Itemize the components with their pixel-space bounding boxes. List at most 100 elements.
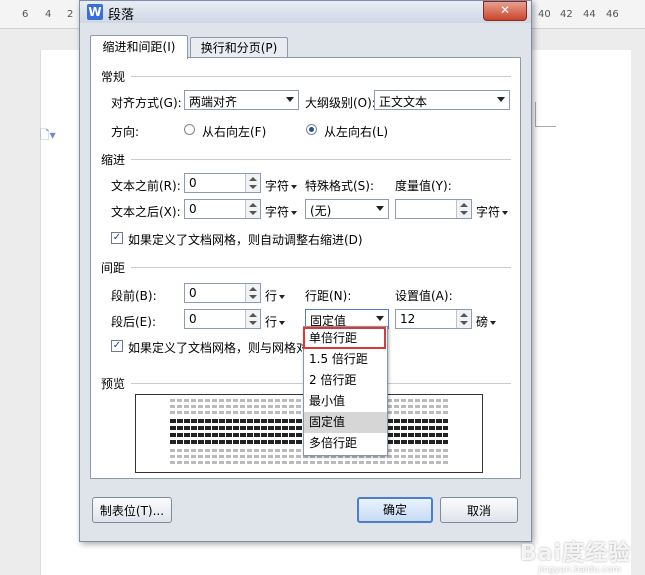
ruler-number: 42 <box>560 9 573 20</box>
arrow-up-icon <box>249 287 257 291</box>
indent-grid-checkbox[interactable]: ✓ <box>111 232 123 244</box>
indent-after-unit[interactable]: 字符 <box>265 203 298 220</box>
dialog-titlebar[interactable]: W 段落 ✕ <box>80 1 531 23</box>
watermark-url: jingyan.baidu.com <box>537 565 621 575</box>
arrow-down-icon <box>249 185 257 189</box>
preview-line <box>170 461 448 464</box>
line-spacing-option[interactable]: 2 倍行距 <box>304 370 387 391</box>
indent-before-value: 0 <box>189 176 197 190</box>
ok-button[interactable]: 确定 <box>357 497 433 523</box>
spin-buttons[interactable] <box>245 310 260 328</box>
caret-down-icon <box>291 210 298 215</box>
alignment-value: 两端对齐 <box>189 95 238 109</box>
spin-buttons[interactable] <box>456 310 471 328</box>
dialog-title: 段落 <box>108 8 135 23</box>
chevron-down-icon <box>376 206 384 211</box>
ruler-number: 40 <box>538 9 551 20</box>
space-before-label: 段前(B): <box>111 289 157 303</box>
spin-buttons[interactable] <box>245 200 260 218</box>
tab-indent-spacing[interactable]: 缩进和间距(I) <box>90 35 188 59</box>
direction-label: 方向: <box>111 125 140 139</box>
ruler-number: 2 <box>67 9 74 20</box>
tab-stops-button[interactable]: 制表位(T)... <box>92 497 172 523</box>
special-format-label: 特殊格式(S): <box>305 179 375 193</box>
measure-label: 度量值(Y): <box>395 179 452 193</box>
ltr-label: 从左向右(L) <box>324 125 389 139</box>
indent-before-unit[interactable]: 字符 <box>265 177 298 194</box>
rtl-radio[interactable] <box>184 124 195 135</box>
watermark-logo: Bai度经验 <box>519 541 631 566</box>
line-spacing-option[interactable]: 1.5 倍行距 <box>304 349 387 370</box>
spacing-grid-checkbox[interactable]: ✓ <box>111 340 123 352</box>
section-spacing-title: 间距 <box>101 261 126 275</box>
indent-after-label: 文本之后(X): <box>111 205 181 219</box>
line-spacing-label: 行距(N): <box>305 289 352 303</box>
setting-unit[interactable]: 磅 <box>476 313 497 330</box>
outline-level-label: 大纲级别(O): <box>305 96 376 110</box>
indent-grid-label: 如果定义了文档网格，则自动调整右缩进(D) <box>128 233 363 247</box>
ruler-number: 6 <box>22 9 29 20</box>
section-preview-title: 预览 <box>101 377 126 391</box>
section-indent-title: 缩进 <box>101 153 126 167</box>
line-spacing-option[interactable]: 最小值 <box>304 391 387 412</box>
spin-buttons[interactable] <box>245 284 260 302</box>
alignment-label: 对齐方式(G): <box>111 96 182 110</box>
arrow-down-icon <box>249 211 257 215</box>
line-spacing-option-hover[interactable]: 固定值 <box>304 412 387 433</box>
rtl-label: 从右向左(F) <box>202 125 267 139</box>
line-spacing-option[interactable]: 多倍行距 <box>304 433 387 454</box>
spacing-grid-label: 如果定义了文档网格，则与网格对 <box>128 341 309 355</box>
indent-after-value: 0 <box>189 202 197 216</box>
chevron-down-icon <box>376 316 384 321</box>
spin-buttons[interactable] <box>456 200 471 218</box>
arrow-down-icon <box>249 321 257 325</box>
arrow-up-icon <box>249 203 257 207</box>
indent-before-stepper[interactable]: 0 <box>184 173 261 193</box>
space-before-stepper[interactable]: 0 <box>184 283 261 303</box>
highlight-annotation <box>303 327 386 349</box>
wps-app-icon: W <box>87 4 103 20</box>
margin-corner-mark <box>535 102 556 127</box>
measure-unit[interactable]: 字符 <box>476 203 509 220</box>
close-button[interactable]: ✕ <box>483 1 527 21</box>
measure-stepper[interactable] <box>395 199 472 219</box>
arrow-up-icon <box>460 203 468 207</box>
caret-down-icon <box>279 320 286 325</box>
arrow-down-icon <box>460 321 468 325</box>
setting-value-label: 设置值(A): <box>395 289 453 303</box>
arrow-up-icon <box>460 313 468 317</box>
space-before-unit[interactable]: 行 <box>265 287 286 304</box>
outline-level-select[interactable]: 正文文本 <box>374 90 510 110</box>
caret-down-icon <box>279 294 286 299</box>
section-general-title: 常规 <box>101 70 126 84</box>
chevron-down-icon <box>497 97 505 102</box>
alignment-select[interactable]: 两端对齐 <box>184 90 299 110</box>
ruler-number: 4 <box>45 9 52 20</box>
tab-line-page-break[interactable]: 换行和分页(P) <box>190 37 288 58</box>
ruler-number: 46 <box>606 9 619 20</box>
close-icon: ✕ <box>499 3 511 17</box>
divider <box>131 267 511 268</box>
arrow-down-icon <box>460 211 468 215</box>
arrow-down-icon <box>249 295 257 299</box>
caret-down-icon <box>502 210 509 215</box>
space-after-label: 段后(E): <box>111 315 156 329</box>
arrow-up-icon <box>249 313 257 317</box>
setting-value-stepper[interactable]: 12 <box>395 309 472 329</box>
space-after-stepper[interactable]: 0 <box>184 309 261 329</box>
space-before-value: 0 <box>189 286 197 300</box>
special-format-value: (无) <box>310 204 332 218</box>
space-after-unit[interactable]: 行 <box>265 313 286 330</box>
ruler-number: 44 <box>583 9 596 20</box>
indent-after-stepper[interactable]: 0 <box>184 199 261 219</box>
cancel-button[interactable]: 取消 <box>440 497 518 523</box>
spin-buttons[interactable] <box>245 174 260 192</box>
caret-down-icon <box>291 184 298 189</box>
arrow-up-icon <box>249 177 257 181</box>
divider <box>131 159 511 160</box>
outline-level-value: 正文文本 <box>379 95 428 109</box>
special-format-select[interactable]: (无) <box>305 199 389 219</box>
document-icon[interactable]: 🗋▾ <box>40 126 56 147</box>
divider <box>131 76 511 77</box>
ltr-radio[interactable] <box>306 124 317 135</box>
